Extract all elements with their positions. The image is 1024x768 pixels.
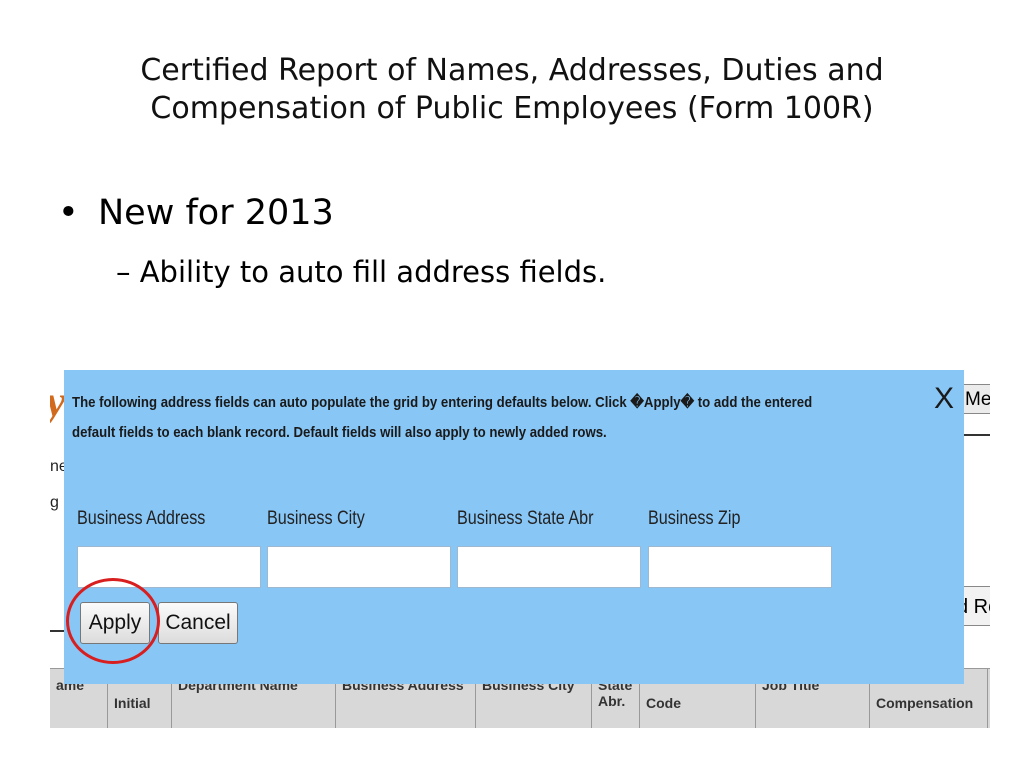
bullet-level-2: – Ability to auto fill address fields. <box>116 255 607 289</box>
business-address-input[interactable] <box>77 546 261 588</box>
address-defaults-popup: The following address fields can auto po… <box>64 370 964 684</box>
app-divider <box>962 434 990 436</box>
business-city-input[interactable] <box>267 546 451 588</box>
bullet-level-1: • New for 2013 <box>58 192 334 234</box>
app-text-fragment-2: g <box>50 494 59 511</box>
popup-instructions-line-2: default fields to each blank record. Def… <box>72 424 607 441</box>
business-address-label: Business Address <box>77 508 206 529</box>
slide-title: Certified Report of Names, Addresses, Du… <box>0 52 1024 128</box>
cancel-button[interactable]: Cancel <box>158 602 238 644</box>
business-zip-input[interactable] <box>648 546 832 588</box>
close-icon[interactable]: X <box>934 382 954 416</box>
slide-title-line-2: Compensation of Public Employees (Form 1… <box>150 91 874 126</box>
business-city-label: Business City <box>267 508 365 529</box>
business-zip-label: Business Zip <box>648 508 741 529</box>
bullet-text-new-for-2013: New for 2013 <box>98 193 334 233</box>
popup-instructions-line-1: The following address fields can auto po… <box>72 394 813 411</box>
popup-instructions: The following address fields can auto po… <box>72 388 934 448</box>
bullet-dot-icon: • <box>58 193 79 233</box>
business-state-abr-label: Business State Abr <box>457 508 594 529</box>
slide-title-line-1: Certified Report of Names, Addresses, Du… <box>140 53 884 88</box>
apply-button[interactable]: Apply <box>80 602 150 644</box>
business-state-abr-input[interactable] <box>457 546 641 588</box>
